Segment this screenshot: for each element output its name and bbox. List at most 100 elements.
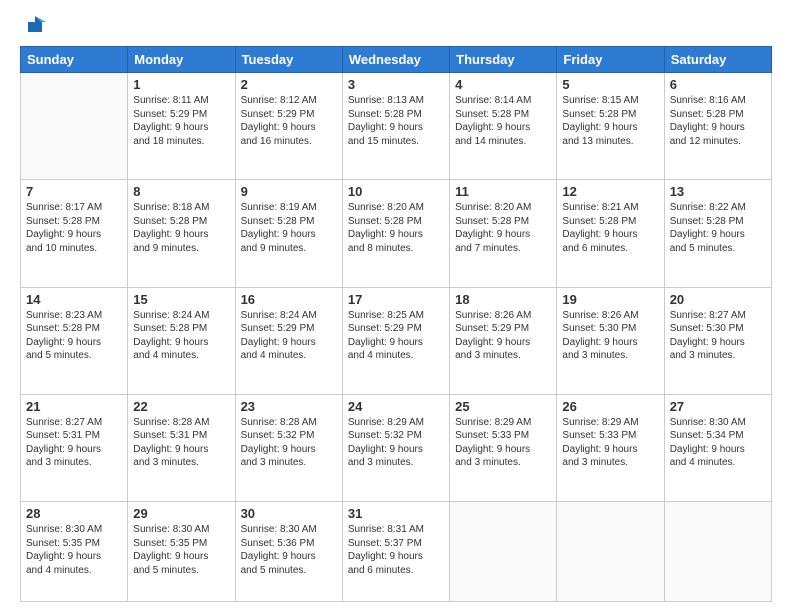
day-number: 2 — [241, 77, 337, 92]
cell-info: Sunrise: 8:28 AM Sunset: 5:32 PM Dayligh… — [241, 416, 337, 470]
calendar-cell: 3 Sunrise: 8:13 AM Sunset: 5:28 PM Daylig… — [342, 73, 449, 180]
day-number: 17 — [348, 292, 444, 307]
calendar-cell: 15 Sunrise: 8:24 AM Sunset: 5:28 PM Dayli… — [128, 287, 235, 394]
day-header-friday: Friday — [557, 47, 664, 73]
day-number: 13 — [670, 184, 766, 199]
day-number: 16 — [241, 292, 337, 307]
day-number: 29 — [133, 506, 229, 521]
day-number: 18 — [455, 292, 551, 307]
day-number: 21 — [26, 399, 122, 414]
cell-info: Sunrise: 8:20 AM Sunset: 5:28 PM Dayligh… — [348, 201, 444, 255]
cell-info: Sunrise: 8:27 AM Sunset: 5:30 PM Dayligh… — [670, 309, 766, 363]
day-header-monday: Monday — [128, 47, 235, 73]
cell-info: Sunrise: 8:11 AM Sunset: 5:29 PM Dayligh… — [133, 94, 229, 148]
page: SundayMondayTuesdayWednesdayThursdayFrid… — [0, 0, 792, 612]
cell-info: Sunrise: 8:24 AM Sunset: 5:28 PM Dayligh… — [133, 309, 229, 363]
day-number: 5 — [562, 77, 658, 92]
day-header-sunday: Sunday — [21, 47, 128, 73]
day-header-thursday: Thursday — [450, 47, 557, 73]
cell-info: Sunrise: 8:20 AM Sunset: 5:28 PM Dayligh… — [455, 201, 551, 255]
cell-info: Sunrise: 8:30 AM Sunset: 5:36 PM Dayligh… — [241, 523, 337, 577]
calendar-cell: 29 Sunrise: 8:30 AM Sunset: 5:35 PM Dayli… — [128, 502, 235, 602]
cell-info: Sunrise: 8:16 AM Sunset: 5:28 PM Dayligh… — [670, 94, 766, 148]
cell-info: Sunrise: 8:14 AM Sunset: 5:28 PM Dayligh… — [455, 94, 551, 148]
calendar-cell: 28Sunrise: 8:30 AM Sunset: 5:35 PM Dayli… — [21, 502, 128, 602]
cell-info: Sunrise: 8:31 AM Sunset: 5:37 PM Dayligh… — [348, 523, 444, 577]
day-number: 27 — [670, 399, 766, 414]
cell-info: Sunrise: 8:25 AM Sunset: 5:29 PM Dayligh… — [348, 309, 444, 363]
calendar-cell: 1 Sunrise: 8:11 AM Sunset: 5:29 PM Daylig… — [128, 73, 235, 180]
calendar-cell: 14Sunrise: 8:23 AM Sunset: 5:28 PM Dayli… — [21, 287, 128, 394]
logo — [20, 18, 46, 36]
calendar-cell: 23 Sunrise: 8:28 AM Sunset: 5:32 PM Dayli… — [235, 394, 342, 501]
day-header-saturday: Saturday — [664, 47, 771, 73]
day-number: 12 — [562, 184, 658, 199]
cell-info: Sunrise: 8:17 AM Sunset: 5:28 PM Dayligh… — [26, 201, 122, 255]
calendar-week-4: 28 Sunrise: 8:30 AM Sunset: 5:35 PM Dayli… — [21, 502, 772, 602]
day-number: 11 — [455, 184, 551, 199]
cell-info: Sunrise: 8:24 AM Sunset: 5:29 PM Dayligh… — [241, 309, 337, 363]
day-number: 23 — [241, 399, 337, 414]
day-number: 25 — [455, 399, 551, 414]
cell-info: Sunrise: 8:13 AM Sunset: 5:28 PM Dayligh… — [348, 94, 444, 148]
calendar-cell: 16 Sunrise: 8:24 AM Sunset: 5:29 PM Dayli… — [235, 287, 342, 394]
logo-icon — [24, 14, 46, 36]
calendar-cell: 24 Sunrise: 8:29 AM Sunset: 5:32 PM Dayli… — [342, 394, 449, 501]
header — [20, 18, 772, 36]
calendar-cell — [664, 502, 771, 602]
cell-info: Sunrise: 8:12 AM Sunset: 5:29 PM Dayligh… — [241, 94, 337, 148]
cell-info: Sunrise: 8:26 AM Sunset: 5:30 PM Dayligh… — [562, 309, 658, 363]
calendar-cell: 17 Sunrise: 8:25 AM Sunset: 5:29 PM Dayli… — [342, 287, 449, 394]
calendar-cell: 19 Sunrise: 8:26 AM Sunset: 5:30 PM Dayli… — [557, 287, 664, 394]
day-header-tuesday: Tuesday — [235, 47, 342, 73]
day-number: 19 — [562, 292, 658, 307]
day-number: 15 — [133, 292, 229, 307]
day-number: 24 — [348, 399, 444, 414]
calendar-header-row: SundayMondayTuesdayWednesdayThursdayFrid… — [21, 47, 772, 73]
day-number: 30 — [241, 506, 337, 521]
calendar-cell: 6Sunrise: 8:16 AM Sunset: 5:28 PM Daylig… — [664, 73, 771, 180]
calendar-week-1: 7Sunrise: 8:17 AM Sunset: 5:28 PM Daylig… — [21, 180, 772, 287]
cell-info: Sunrise: 8:19 AM Sunset: 5:28 PM Dayligh… — [241, 201, 337, 255]
day-number: 22 — [133, 399, 229, 414]
calendar-cell: 21 Sunrise: 8:27 AM Sunset: 5:31 PM Dayli… — [21, 394, 128, 501]
calendar-cell: 27 Sunrise: 8:30 AM Sunset: 5:34 PM Dayli… — [664, 394, 771, 501]
cell-info: Sunrise: 8:27 AM Sunset: 5:31 PM Dayligh… — [26, 416, 122, 470]
calendar-cell — [21, 73, 128, 180]
calendar-cell: 20 Sunrise: 8:27 AM Sunset: 5:30 PM Dayli… — [664, 287, 771, 394]
calendar-cell: 9 Sunrise: 8:19 AM Sunset: 5:28 PM Daylig… — [235, 180, 342, 287]
cell-info: Sunrise: 8:30 AM Sunset: 5:35 PM Dayligh… — [133, 523, 229, 577]
day-number: 31 — [348, 506, 444, 521]
day-number: 28 — [26, 506, 122, 521]
day-number: 3 — [348, 77, 444, 92]
day-number: 26 — [562, 399, 658, 414]
cell-info: Sunrise: 8:29 AM Sunset: 5:32 PM Dayligh… — [348, 416, 444, 470]
cell-info: Sunrise: 8:28 AM Sunset: 5:31 PM Dayligh… — [133, 416, 229, 470]
day-number: 14 — [26, 292, 122, 307]
day-number: 9 — [241, 184, 337, 199]
day-number: 20 — [670, 292, 766, 307]
calendar-cell — [557, 502, 664, 602]
day-number: 10 — [348, 184, 444, 199]
calendar-cell: 30 Sunrise: 8:30 AM Sunset: 5:36 PM Dayli… — [235, 502, 342, 602]
calendar-cell: 25 Sunrise: 8:29 AM Sunset: 5:33 PM Dayli… — [450, 394, 557, 501]
calendar-cell — [450, 502, 557, 602]
calendar-cell: 11 Sunrise: 8:20 AM Sunset: 5:28 PM Dayli… — [450, 180, 557, 287]
cell-info: Sunrise: 8:30 AM Sunset: 5:34 PM Dayligh… — [670, 416, 766, 470]
calendar-cell: 5 Sunrise: 8:15 AM Sunset: 5:28 PM Daylig… — [557, 73, 664, 180]
calendar-cell: 2 Sunrise: 8:12 AM Sunset: 5:29 PM Daylig… — [235, 73, 342, 180]
calendar-week-2: 14Sunrise: 8:23 AM Sunset: 5:28 PM Dayli… — [21, 287, 772, 394]
calendar-cell: 18Sunrise: 8:26 AM Sunset: 5:29 PM Dayli… — [450, 287, 557, 394]
cell-info: Sunrise: 8:15 AM Sunset: 5:28 PM Dayligh… — [562, 94, 658, 148]
calendar-cell: 10 Sunrise: 8:20 AM Sunset: 5:28 PM Dayli… — [342, 180, 449, 287]
day-number: 1 — [133, 77, 229, 92]
calendar-week-0: 1 Sunrise: 8:11 AM Sunset: 5:29 PM Daylig… — [21, 73, 772, 180]
cell-info: Sunrise: 8:18 AM Sunset: 5:28 PM Dayligh… — [133, 201, 229, 255]
cell-info: Sunrise: 8:22 AM Sunset: 5:28 PM Dayligh… — [670, 201, 766, 255]
calendar-week-3: 21 Sunrise: 8:27 AM Sunset: 5:31 PM Dayli… — [21, 394, 772, 501]
day-number: 4 — [455, 77, 551, 92]
cell-info: Sunrise: 8:21 AM Sunset: 5:28 PM Dayligh… — [562, 201, 658, 255]
calendar-table: SundayMondayTuesdayWednesdayThursdayFrid… — [20, 46, 772, 602]
calendar-cell: 13 Sunrise: 8:22 AM Sunset: 5:28 PM Dayli… — [664, 180, 771, 287]
cell-info: Sunrise: 8:29 AM Sunset: 5:33 PM Dayligh… — [455, 416, 551, 470]
